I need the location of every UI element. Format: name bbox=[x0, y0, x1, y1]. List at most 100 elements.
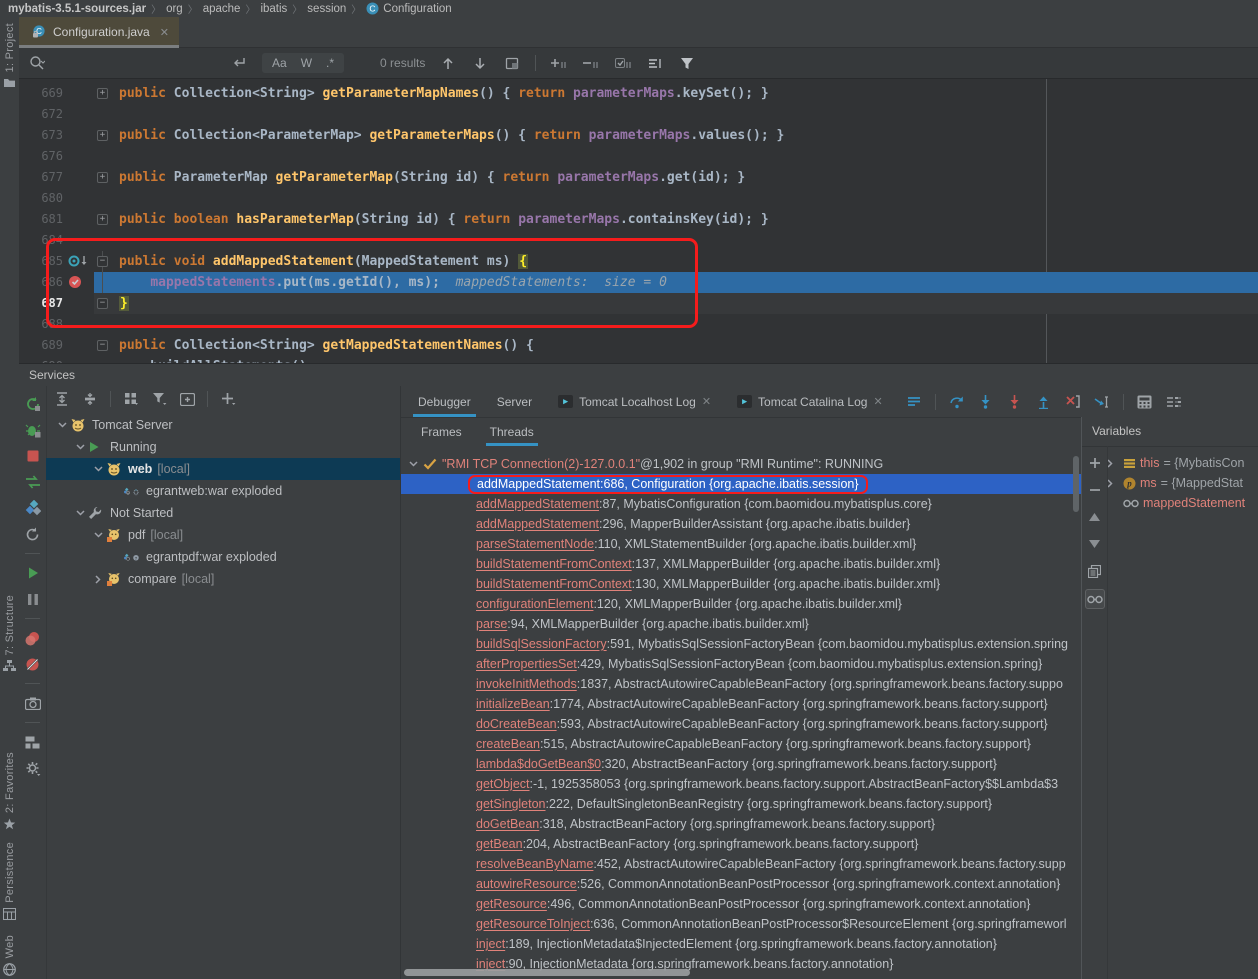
tree-item-running[interactable]: Running bbox=[46, 436, 400, 458]
gear-icon[interactable] bbox=[25, 760, 41, 776]
filter-menu-icon[interactable] bbox=[151, 391, 167, 407]
stack-frame-row[interactable]: invokeInitMethods:1837, AbstractAutowire… bbox=[401, 674, 1082, 694]
step-over-icon[interactable] bbox=[949, 394, 965, 410]
tab-list-icon[interactable] bbox=[906, 394, 922, 410]
tab-threads[interactable]: Threads bbox=[476, 417, 548, 446]
stack-frame-row[interactable]: getSingleton:222, DefaultSingletonBeanRe… bbox=[401, 794, 1082, 814]
stack-frame-row[interactable]: lambda$doGetBean$0:320, AbstractBeanFact… bbox=[401, 754, 1082, 774]
chevron-right-icon[interactable] bbox=[1107, 459, 1119, 468]
variable-row[interactable]: mappedStatement bbox=[1107, 493, 1258, 513]
view-breakpoints-icon[interactable] bbox=[25, 630, 41, 646]
stack-frame-row[interactable]: getResource:496, CommonAnnotationBeanPos… bbox=[401, 894, 1082, 914]
tab-configuration-java[interactable]: C Configuration.java ✕ bbox=[19, 17, 179, 47]
tree-item-pdf[interactable]: pdf[local] bbox=[46, 524, 400, 546]
camera-icon[interactable] bbox=[25, 695, 41, 711]
editor-line[interactable]: 685−public void addMappedStatement(Mappe… bbox=[19, 251, 1258, 272]
editor-line[interactable]: 689−public Collection<String> getMappedS… bbox=[19, 335, 1258, 356]
previous-occurrence-icon[interactable] bbox=[439, 54, 457, 72]
breadcrumb-item[interactable]: session bbox=[307, 3, 346, 15]
horizontal-scrollbar[interactable] bbox=[404, 969, 690, 976]
find-in-selection-icon[interactable] bbox=[503, 54, 521, 72]
pause-icon[interactable] bbox=[25, 591, 41, 607]
newline-icon[interactable] bbox=[230, 54, 248, 72]
chevron-down-icon[interactable] bbox=[54, 422, 70, 428]
stack-frame-row[interactable]: addMappedStatement:87, MybatisConfigurat… bbox=[401, 494, 1082, 514]
debug-icon[interactable] bbox=[25, 422, 41, 438]
step-into-icon[interactable] bbox=[978, 394, 994, 410]
stack-frame-row[interactable]: parseStatementNode:110, XMLStatementBuil… bbox=[401, 534, 1082, 554]
evaluate-expression-icon[interactable] bbox=[1137, 394, 1153, 410]
tree-item-tomcat-server[interactable]: Tomcat Server bbox=[46, 414, 400, 436]
stack-frame-row[interactable]: inject:189, InjectionMetadata$InjectedEl… bbox=[401, 934, 1082, 954]
filter-funnel-icon[interactable] bbox=[678, 54, 696, 72]
editor-line[interactable]: 684 bbox=[19, 230, 1258, 251]
drop-frame-icon[interactable] bbox=[1065, 394, 1081, 410]
tool-window-button--favorites[interactable]: 2: Favorites bbox=[0, 752, 19, 831]
exec-pointer-icon[interactable] bbox=[67, 253, 91, 270]
breadcrumb-item[interactable]: org bbox=[166, 3, 183, 15]
tab-tomcat-catalina-log[interactable]: ▸Tomcat Catalina Log✕ bbox=[724, 386, 896, 417]
rerun-icon[interactable] bbox=[25, 396, 41, 412]
fold-marker[interactable]: − bbox=[97, 340, 108, 351]
chevron-down-icon[interactable] bbox=[409, 461, 423, 467]
editor-line[interactable]: 676 bbox=[19, 146, 1258, 167]
stop-icon[interactable] bbox=[25, 448, 41, 464]
tab-server[interactable]: Server bbox=[484, 386, 545, 417]
vertical-scrollbar[interactable] bbox=[1073, 456, 1079, 512]
chevron-down-icon[interactable] bbox=[72, 510, 88, 516]
stack-frame-row[interactable]: getObject:-1, 1925358053 {org.springfram… bbox=[401, 774, 1082, 794]
tool-window-button-persistence[interactable]: Persistence bbox=[0, 842, 19, 921]
up-triangle-icon[interactable] bbox=[1086, 508, 1104, 526]
watch-icon[interactable] bbox=[1085, 589, 1105, 609]
stack-frame-row[interactable]: buildSqlSessionFactory:591, MybatisSqlSe… bbox=[401, 634, 1082, 654]
group-by-icon[interactable] bbox=[123, 391, 139, 407]
tree-item-not-started[interactable]: Not Started bbox=[46, 502, 400, 524]
plus-icon[interactable] bbox=[1086, 454, 1104, 472]
force-step-into-icon[interactable] bbox=[1007, 394, 1023, 410]
remove-occurrence-icon[interactable] bbox=[582, 54, 600, 72]
refresh-icon[interactable] bbox=[25, 526, 41, 542]
chevron-right-icon[interactable] bbox=[90, 575, 106, 584]
stack-frame-row[interactable]: autowireResource:526, CommonAnnotationBe… bbox=[401, 874, 1082, 894]
next-occurrence-icon[interactable] bbox=[471, 54, 489, 72]
tool-window-button--structure[interactable]: 7: Structure bbox=[0, 595, 19, 673]
collapse-all-icon[interactable] bbox=[82, 391, 98, 407]
chevron-down-icon[interactable] bbox=[90, 466, 106, 472]
tab-frames[interactable]: Frames bbox=[407, 417, 476, 446]
thread-header-row[interactable]: "RMI TCP Connection(2)-127.0.0.1"@1,902 … bbox=[401, 454, 1082, 474]
match-case-toggle[interactable]: Aa bbox=[272, 56, 287, 70]
fold-marker[interactable]: + bbox=[97, 88, 108, 99]
expand-all-icon[interactable] bbox=[54, 391, 70, 407]
editor-line[interactable]: 680 bbox=[19, 188, 1258, 209]
breadcrumb-item[interactable]: ibatis bbox=[260, 3, 287, 15]
fold-marker[interactable]: + bbox=[97, 172, 108, 183]
down-triangle-icon[interactable] bbox=[1086, 535, 1104, 553]
chevron-right-icon[interactable] bbox=[1107, 479, 1119, 488]
tool-window-button--project[interactable]: 1: Project bbox=[0, 23, 19, 90]
stack-frame-row[interactable]: doGetBean:318, AbstractBeanFactory {org.… bbox=[401, 814, 1082, 834]
variable-row[interactable]: this= {MybatisCon bbox=[1107, 453, 1258, 473]
variable-row[interactable]: pms= {MappedStat bbox=[1107, 473, 1258, 493]
run-to-cursor-icon[interactable] bbox=[1094, 394, 1110, 410]
code-editor[interactable]: 669+public Collection<String> getParamet… bbox=[19, 79, 1258, 364]
deploy-icon[interactable] bbox=[25, 474, 41, 490]
stack-frame-row[interactable]: getResourceToInject:636, CommonAnnotatio… bbox=[401, 914, 1082, 934]
tree-item-compare[interactable]: compare[local] bbox=[46, 568, 400, 590]
editor-line[interactable]: 686 mappedStatements.put(ms.getId(), ms)… bbox=[19, 272, 1258, 293]
stack-frame-row[interactable]: createBean:515, AbstractAutowireCapableB… bbox=[401, 734, 1082, 754]
editor-line[interactable]: 681+public boolean hasParameterMap(Strin… bbox=[19, 209, 1258, 230]
tree-item-egrantweb-war-exploded[interactable]: egrantweb:war exploded bbox=[46, 480, 400, 502]
layout-settings-icon[interactable] bbox=[1166, 394, 1182, 410]
filter-lines-icon[interactable] bbox=[646, 54, 664, 72]
close-icon[interactable]: ✕ bbox=[160, 26, 169, 39]
regex-toggle[interactable]: .* bbox=[326, 56, 334, 70]
select-all-occurrences-icon[interactable] bbox=[614, 54, 632, 72]
close-icon[interactable]: ✕ bbox=[873, 395, 882, 408]
tree-item-egrantpdf-war-exploded[interactable]: ?egrantpdf:war exploded bbox=[46, 546, 400, 568]
minus-icon[interactable] bbox=[1086, 481, 1104, 499]
search-icon[interactable] bbox=[28, 54, 46, 72]
stack-frame-row[interactable]: parse:94, XMLMapperBuilder {org.apache.i… bbox=[401, 614, 1082, 634]
tab-tomcat-localhost-log[interactable]: ▸Tomcat Localhost Log✕ bbox=[545, 386, 724, 417]
stack-frame-row[interactable]: configurationElement:120, XMLMapperBuild… bbox=[401, 594, 1082, 614]
editor-line[interactable]: 688 bbox=[19, 314, 1258, 335]
